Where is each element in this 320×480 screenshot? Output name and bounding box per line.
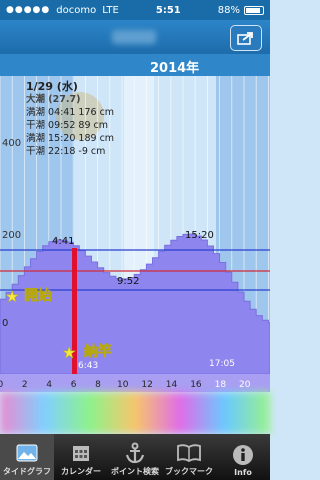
- status-bar: ●●●●● docomo LTE 5:51 88%: [0, 0, 270, 20]
- y-tick-200: 200: [2, 230, 21, 241]
- tab-label: タイドグラフ: [3, 467, 51, 476]
- picture-icon: [16, 444, 38, 462]
- calendar-icon: [73, 446, 89, 461]
- tide-row: 干潮 22:18 -9 cm: [26, 146, 106, 157]
- x-tick-label: 2: [22, 380, 28, 390]
- nav-bar: [0, 20, 270, 54]
- x-tick-label: 20: [239, 380, 251, 390]
- y-tick-0: 0: [2, 318, 8, 329]
- day-info-panel: 1/29 (水) 大潮 (27.7) 満潮 04:41 176 cm 干潮 09…: [26, 80, 144, 158]
- annotation-start: 開始: [24, 287, 52, 304]
- battery-percent: 88%: [217, 4, 240, 16]
- tab-label: Info: [234, 468, 252, 477]
- tab-label: ポイント検索: [111, 467, 159, 476]
- tab-info[interactable]: Info: [216, 434, 270, 480]
- star-icon: ★: [62, 343, 76, 362]
- y-tick-400: 400: [2, 138, 21, 149]
- share-button[interactable]: [230, 25, 262, 51]
- signal-icon: ●●●●●: [6, 5, 51, 15]
- clock: 5:51: [155, 4, 181, 16]
- tide-row: 満潮 04:41 176 cm: [26, 107, 115, 118]
- tide-row: 満潮 15:20 189 cm: [26, 133, 115, 144]
- x-axis-band: [0, 374, 270, 392]
- x-tick-label: 4: [46, 380, 52, 390]
- tab-label: ブックマーク: [165, 467, 213, 476]
- tab-calendar[interactable]: カレンダー: [54, 434, 108, 480]
- battery-icon: [243, 5, 264, 15]
- year-label: 2014年: [150, 61, 200, 76]
- network-label: LTE: [102, 4, 119, 16]
- tab-bookmark[interactable]: ブックマーク: [162, 434, 216, 480]
- anchor-icon: [125, 442, 145, 464]
- high-tide-2-label: 15:20: [185, 230, 214, 241]
- low-tide-label: 9:52: [117, 276, 139, 287]
- x-tick-label: 8: [95, 380, 101, 390]
- tide-type-label: 大潮 (27.7): [26, 94, 81, 105]
- tide-row: 干潮 09:52 89 cm: [26, 120, 109, 131]
- x-tick-label: 18: [215, 380, 227, 390]
- book-icon: [177, 444, 201, 462]
- info-icon: [233, 445, 253, 465]
- tab-tide-graph[interactable]: タイドグラフ: [0, 434, 54, 480]
- high-tide-1-label: 4:41: [52, 236, 74, 247]
- sunrise-label: 6:43: [78, 361, 98, 371]
- tab-point-search[interactable]: ポイント検索: [108, 434, 162, 480]
- carrier-label: docomo: [56, 4, 97, 16]
- share-icon: [237, 32, 253, 45]
- year-bar: 2014年: [0, 54, 270, 76]
- x-tick-label: 0: [0, 380, 4, 390]
- x-tick-label: 6: [71, 380, 77, 390]
- x-tick-label: 12: [141, 380, 152, 390]
- star-icon: ★: [5, 287, 19, 306]
- ad-banner[interactable]: [0, 392, 270, 434]
- sunset-label: 17:05: [209, 359, 235, 369]
- x-tick-label: 10: [117, 380, 129, 390]
- date-label: 1/29 (水): [26, 80, 78, 93]
- location-title-blurred: [112, 30, 156, 44]
- x-tick-label: 14: [166, 380, 178, 390]
- annotation-end: 納竿: [84, 343, 112, 360]
- tab-bar: タイドグラフ カレンダー ポイント検索 ブックマーク Info: [0, 434, 270, 480]
- x-tick-label: 16: [190, 380, 202, 390]
- tab-label: カレンダー: [61, 467, 101, 476]
